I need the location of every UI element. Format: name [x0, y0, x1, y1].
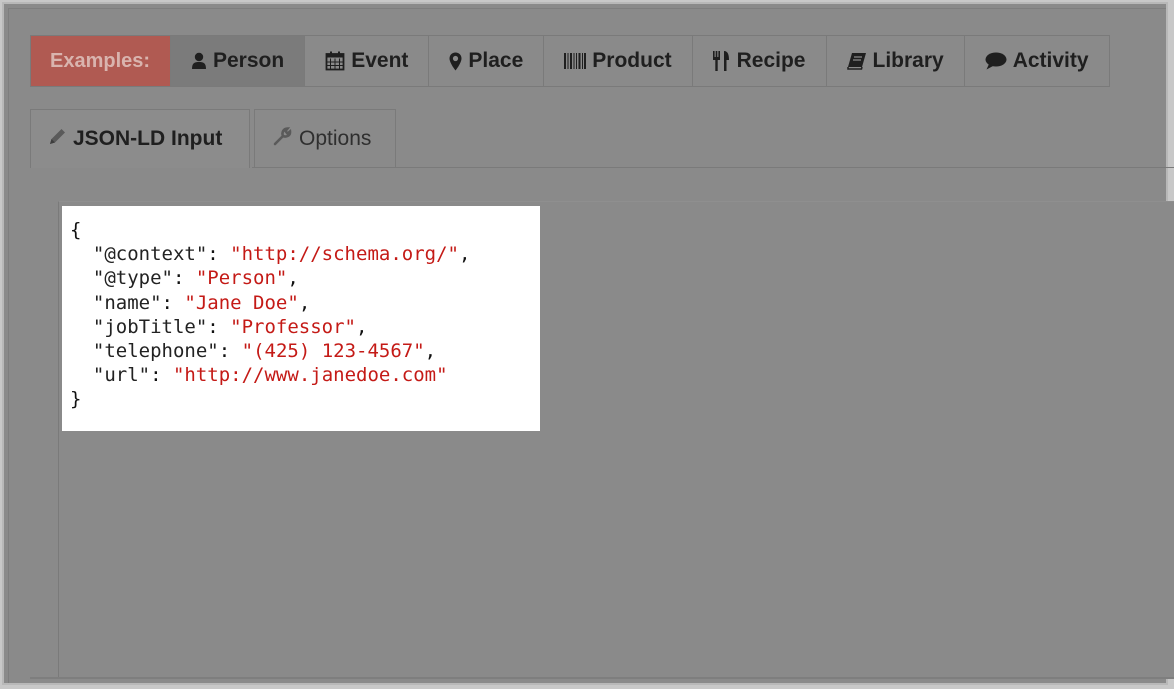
code-comma: ,	[356, 315, 368, 338]
comment-icon	[985, 52, 1007, 70]
json-ld-code-editor[interactable]: { "@context": "http://schema.org/", "@ty…	[62, 206, 540, 431]
code-string: "(425) 123-4567"	[241, 340, 425, 363]
tab-divider	[252, 167, 1174, 168]
code-string: "http://schema.org/"	[230, 243, 459, 266]
examples-bar: Examples: Person Event Place Product Rec…	[30, 35, 1110, 87]
example-person-label: Person	[213, 49, 285, 72]
example-place-button[interactable]: Place	[428, 36, 544, 86]
examples-label: Examples:	[31, 36, 170, 86]
calendar-icon	[325, 51, 345, 71]
code-string: "http://www.janedoe.com"	[172, 364, 448, 387]
code-brace-open: {	[70, 219, 82, 241]
example-place-label: Place	[468, 49, 524, 72]
code-key: "url"	[92, 364, 151, 387]
tab-json-ld-input-label: JSON-LD Input	[73, 127, 223, 150]
tab-options[interactable]: Options	[254, 109, 396, 168]
example-product-label: Product	[592, 49, 672, 72]
code-line: }	[70, 388, 81, 410]
code-key: "name"	[92, 291, 162, 314]
barcode-icon	[564, 53, 587, 69]
code-line: "telephone": "(425) 123-4567",	[92, 340, 437, 363]
user-icon	[191, 52, 207, 70]
code-line: "jobTitle": "Professor",	[92, 315, 368, 338]
code-key: "jobTitle"	[92, 315, 208, 338]
code-comma: ,	[424, 340, 437, 363]
code-line: "@context": "http://schema.org/",	[92, 243, 471, 266]
code-comma: ,	[298, 291, 311, 314]
example-event-button[interactable]: Event	[304, 36, 429, 86]
wrench-icon	[273, 126, 293, 152]
code-line: "name": "Jane Doe",	[92, 291, 311, 314]
code-comma: ,	[287, 267, 299, 290]
editor-tabs: JSON-LD Input Options	[30, 109, 396, 168]
cutlery-icon	[712, 51, 731, 71]
code-comma: ,	[458, 243, 471, 266]
pencil-icon	[49, 127, 67, 151]
example-activity-button[interactable]: Activity	[963, 36, 1109, 86]
tab-json-ld-input[interactable]: JSON-LD Input	[30, 109, 250, 168]
code-brace-close: }	[70, 388, 82, 411]
code-string: "Jane Doe"	[184, 291, 299, 314]
code-string: "Person"	[195, 267, 288, 290]
example-library-button[interactable]: Library	[825, 36, 964, 86]
example-library-label: Library	[872, 49, 944, 72]
panel-bottom-border	[30, 677, 1174, 679]
code-key: "telephone"	[92, 340, 219, 363]
example-recipe-button[interactable]: Recipe	[691, 36, 826, 86]
code-line: "@type": "Person",	[92, 267, 299, 290]
tab-options-label: Options	[299, 127, 372, 150]
code-line: "url": "http://www.janedoe.com"	[92, 364, 448, 387]
code-key: "@type"	[92, 267, 173, 290]
code-string: "Professor"	[230, 315, 357, 338]
example-product-button[interactable]: Product	[543, 36, 692, 86]
example-person-button[interactable]: Person	[170, 36, 305, 86]
example-event-label: Event	[351, 49, 409, 72]
map-marker-icon	[449, 52, 462, 71]
example-recipe-label: Recipe	[736, 49, 806, 72]
code-line: {	[70, 219, 81, 241]
code-key: "@context"	[92, 243, 208, 266]
book-icon	[846, 52, 867, 70]
example-activity-label: Activity	[1012, 49, 1089, 72]
